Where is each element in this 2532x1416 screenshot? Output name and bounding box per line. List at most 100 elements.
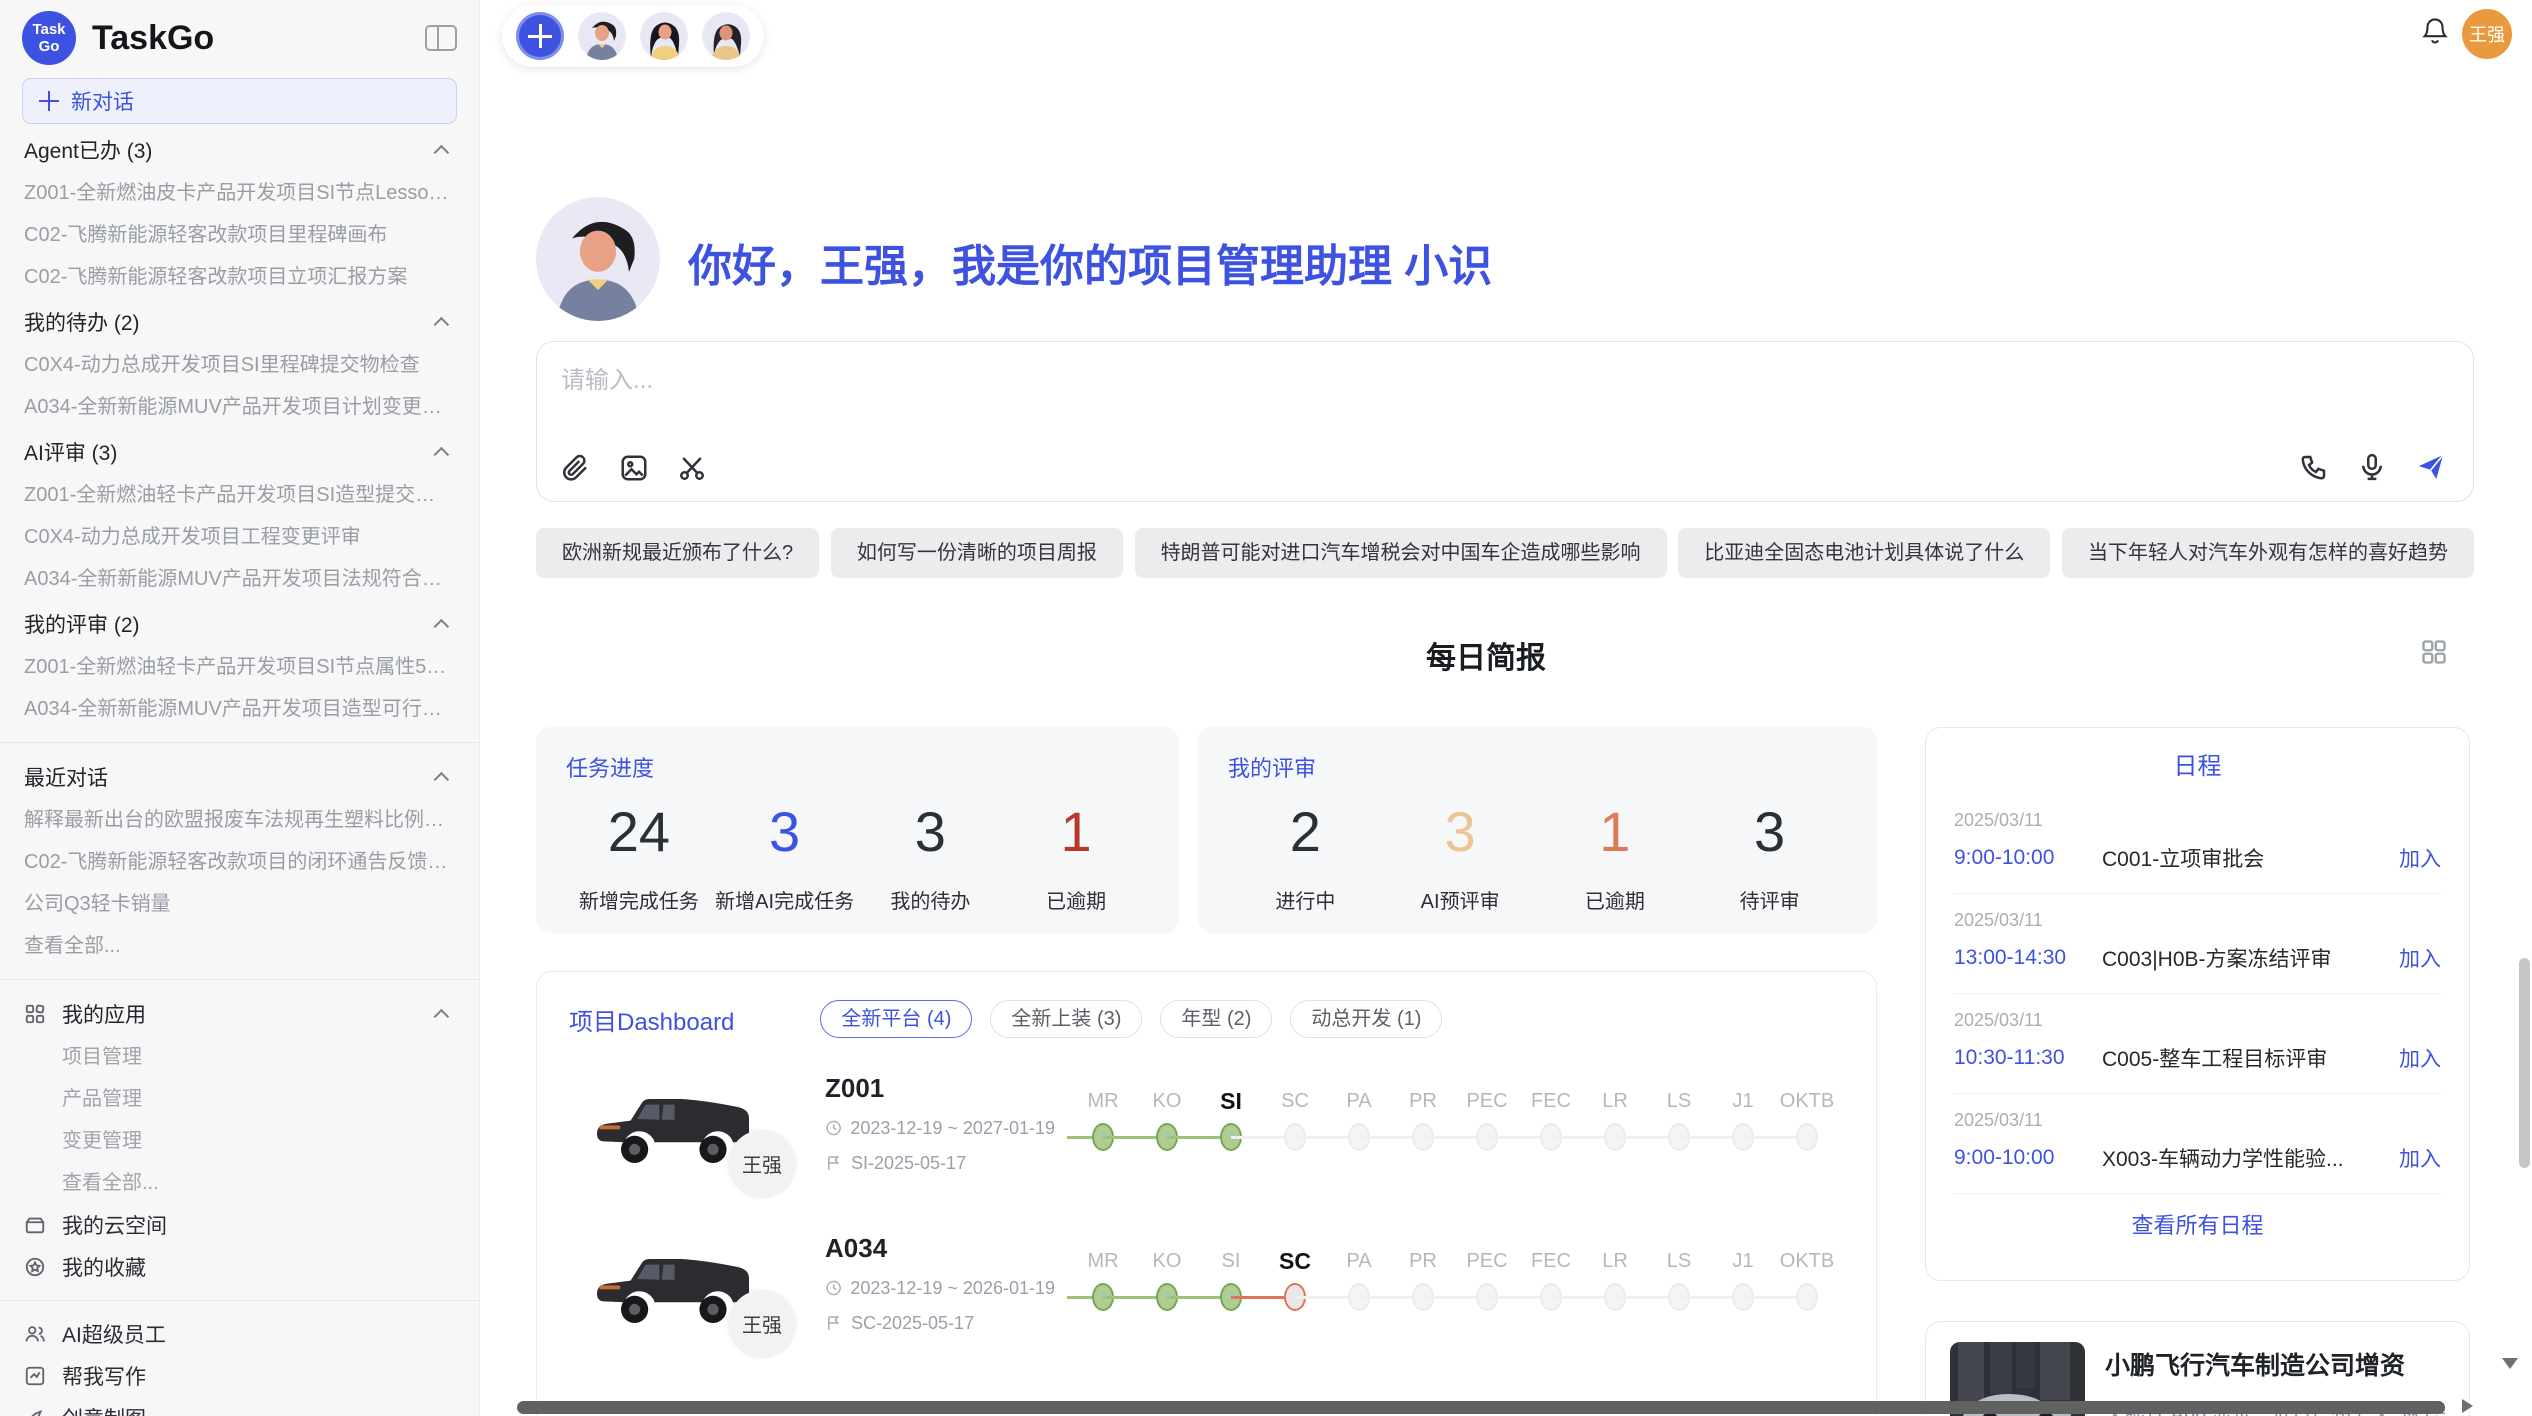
project-row-z001[interactable]: 王强 Z001 2023-12-19 ~ 2027-01-19 SI-2025-… <box>537 1048 1876 1198</box>
project-owner-badge: 王强 <box>729 1290 795 1356</box>
sidebar-item-change-mgmt[interactable]: 变更管理 <box>24 1120 455 1162</box>
project-dates: 2023-12-19 ~ 2026-01-19 <box>825 1278 1055 1299</box>
send-icon[interactable] <box>2415 451 2447 483</box>
scroll-right-arrow[interactable] <box>2462 1399 2473 1413</box>
sidebar-item-favorites[interactable]: 我的收藏 <box>24 1246 455 1288</box>
milestone: PR <box>1391 1086 1455 1160</box>
stat-label: 我的待办 <box>858 885 1004 914</box>
view-all-chats-link[interactable]: 查看全部... <box>24 925 455 967</box>
view-all-apps-link[interactable]: 查看全部... <box>24 1162 455 1204</box>
sidebar-item-cloud-space[interactable]: 我的云空间 <box>24 1204 455 1246</box>
pen-icon <box>24 1407 46 1416</box>
list-item[interactable]: C0X4-动力总成开发项目工程变更评审 <box>24 516 455 558</box>
suggestion-chip[interactable]: 当下年轻人对汽车外观有怎样的喜好趋势 <box>2062 528 2474 578</box>
list-item[interactable]: Z001-全新燃油轻卡产品开发项目SI节点属性5D文件评审 <box>24 646 455 688</box>
schedule-entry: 2025/03/11 9:00-10:00 X003-车辆动力学性能验... 加… <box>1954 1094 2441 1194</box>
milestone-current: SI <box>1199 1086 1263 1160</box>
sidebar-item-creative-drawing[interactable]: 创意制图 <box>24 1397 455 1416</box>
add-agent-button[interactable] <box>516 12 564 60</box>
join-meeting-link[interactable]: 加入 <box>2399 1043 2441 1073</box>
notification-bell-icon[interactable] <box>2421 16 2449 51</box>
list-item[interactable]: Z001-全新燃油轻卡产品开发项目SI造型提交物评审 <box>24 474 455 516</box>
scissors-icon[interactable] <box>677 453 707 483</box>
milestone-label: PEC <box>1455 1246 1519 1276</box>
list-item[interactable]: A034-全新新能源MUV产品开发项目计划变更表编写 <box>24 386 455 428</box>
sidebar-item-help-write[interactable]: 帮我写作 <box>24 1355 455 1397</box>
tab-powertrain[interactable]: 动总开发 (1) <box>1290 1000 1442 1038</box>
schedule-entry: 2025/03/11 13:00-14:30 C003|H0B-方案冻结评审 加… <box>1954 894 2441 994</box>
milestone: MR <box>1071 1086 1135 1160</box>
view-all-schedule-link[interactable]: 查看所有日程 <box>1954 1194 2441 1254</box>
project-row-a034[interactable]: 王强 A034 2023-12-19 ~ 2026-01-19 SC-2025-… <box>537 1208 1876 1358</box>
section-my-review[interactable]: 我的评审 (2) <box>24 602 455 646</box>
milestone-label: FEC <box>1519 1086 1583 1116</box>
new-chat-button[interactable]: 新对话 <box>22 78 457 124</box>
agent-avatar-3[interactable] <box>702 12 750 60</box>
sidebar-item-ai-super-staff[interactable]: AI超级员工 <box>24 1313 455 1355</box>
schedule-date: 2025/03/11 <box>1954 910 2441 931</box>
list-item[interactable]: C02-飞腾新能源轻客改款项目立项汇报方案 <box>24 256 455 298</box>
tab-new-platform[interactable]: 全新平台 (4) <box>820 1000 972 1038</box>
milestone-label: OKTB <box>1775 1246 1839 1276</box>
news-title: 小鹏飞行汽车制造公司增资 <box>2105 1346 2445 1382</box>
favorites-label: 我的收藏 <box>62 1252 146 1282</box>
list-item[interactable]: 公司Q3轻卡销量 <box>24 883 455 925</box>
milestone: PA <box>1327 1086 1391 1160</box>
agent-avatar-2[interactable] <box>640 12 688 60</box>
tab-model-year[interactable]: 年型 (2) <box>1160 1000 1272 1038</box>
list-item[interactable]: 解释最新出台的欧盟报废车法规再生塑料比例被调至15%... <box>24 799 455 841</box>
milestone: FEC <box>1519 1086 1583 1160</box>
sidebar-item-project-mgmt[interactable]: 项目管理 <box>24 1036 455 1078</box>
section-agent-done[interactable]: Agent已办 (3) <box>24 128 455 172</box>
milestone-track: MR KO SI SC PA PR PEC FEC LR LS J1 OKTB <box>1071 1246 1839 1320</box>
schedule-time: 13:00-14:30 <box>1954 946 2102 970</box>
ai-super-staff-label: AI超级员工 <box>62 1319 166 1349</box>
tab-new-body[interactable]: 全新上装 (3) <box>990 1000 1142 1038</box>
section-my-apps[interactable]: 我的应用 <box>24 992 455 1036</box>
suggestion-chip[interactable]: 如何写一份清晰的项目周报 <box>831 528 1123 578</box>
list-item[interactable]: C0X4-动力总成开发项目SI里程碑提交物检查 <box>24 344 455 386</box>
stat-my-todo: 3我的待办 <box>858 801 1004 914</box>
image-icon[interactable] <box>619 453 649 483</box>
section-label: 最近对话 <box>24 762 108 792</box>
stat-ai-done: 3新增AI完成任务 <box>712 801 858 914</box>
suggestion-chip[interactable]: 欧洲新规最近颁布了什么? <box>536 528 819 578</box>
list-item[interactable]: A034-全新新能源MUV产品开发项目法规符合性评审 <box>24 558 455 600</box>
chat-input[interactable] <box>561 360 2441 424</box>
list-item[interactable]: A034-全新新能源MUV产品开发项目造型可行性评审 <box>24 688 455 730</box>
milestone-label: KO <box>1135 1246 1199 1276</box>
section-recent-chats[interactable]: 最近对话 <box>24 755 455 799</box>
stat-label: AI预评审 <box>1383 885 1538 914</box>
milestone-dot <box>1796 1283 1818 1311</box>
attach-icon[interactable] <box>561 453 591 483</box>
horizontal-scrollbar[interactable] <box>517 1401 2445 1414</box>
scroll-down-arrow[interactable] <box>2502 1358 2518 1369</box>
phone-icon[interactable] <box>2299 452 2329 482</box>
creative-drawing-label: 创意制图 <box>62 1403 146 1416</box>
logo-line1: Task <box>32 21 65 38</box>
join-meeting-link[interactable]: 加入 <box>2399 1143 2441 1173</box>
collapse-sidebar-icon[interactable] <box>425 25 457 51</box>
sidebar-item-product-mgmt[interactable]: 产品管理 <box>24 1078 455 1120</box>
list-item[interactable]: Z001-全新燃油皮卡产品开发项目SI节点Lesson Learn报告 <box>24 172 455 214</box>
milestone-label: MR <box>1071 1086 1135 1116</box>
join-meeting-link[interactable]: 加入 <box>2399 943 2441 973</box>
schedule-event-title: C001-立项审批会 <box>2102 843 2383 873</box>
layout-grid-icon[interactable] <box>2420 638 2448 671</box>
agent-avatar-1[interactable] <box>578 12 626 60</box>
list-item[interactable]: C02-飞腾新能源轻客改款项目里程碑画布 <box>24 214 455 256</box>
stat-value: 1 <box>1003 801 1149 863</box>
vertical-scrollbar[interactable] <box>2519 958 2530 1168</box>
milestone: FEC <box>1519 1246 1583 1320</box>
suggestion-chip[interactable]: 特朗普可能对进口汽车增税会对中国车企造成哪些影响 <box>1135 528 1667 578</box>
microphone-icon[interactable] <box>2357 452 2387 482</box>
section-my-todo[interactable]: 我的待办 (2) <box>24 300 455 344</box>
flag-icon <box>825 1314 843 1332</box>
stat-value: 2 <box>1228 801 1383 863</box>
user-avatar[interactable]: 王强 <box>2462 9 2512 59</box>
section-ai-review[interactable]: AI评审 (3) <box>24 430 455 474</box>
join-meeting-link[interactable]: 加入 <box>2399 843 2441 873</box>
suggestion-chip[interactable]: 比亚迪全固态电池计划具体说了什么 <box>1678 528 2050 578</box>
milestone-label: PA <box>1327 1086 1391 1116</box>
list-item[interactable]: C02-飞腾新能源轻客改款项目的闭环通告反馈情况 <box>24 841 455 883</box>
